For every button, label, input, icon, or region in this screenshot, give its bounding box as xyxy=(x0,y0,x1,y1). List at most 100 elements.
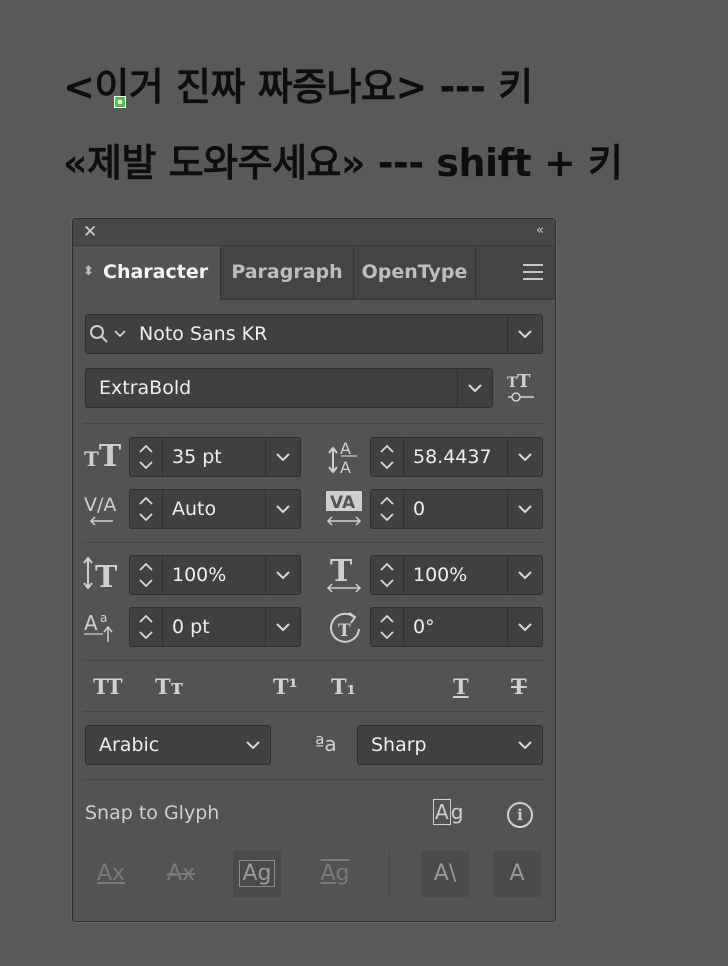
character-panel: ✕ « ⬍ Character Paragraph OpenType Noto … xyxy=(72,218,556,922)
rotation-field[interactable]: 0° xyxy=(370,607,543,647)
all-caps-button[interactable]: TT xyxy=(93,674,122,699)
snap-anchor-point-button[interactable]: A xyxy=(493,851,541,897)
horizontal-scale-dropdown[interactable] xyxy=(507,556,542,594)
vertical-scale-dropdown[interactable] xyxy=(265,556,300,594)
rotation-dropdown[interactable] xyxy=(507,608,542,646)
font-size-field[interactable]: 35 pt xyxy=(129,437,301,477)
snap-baseline-button[interactable]: Ax xyxy=(87,851,135,897)
baseline-shift-stepper[interactable] xyxy=(130,608,163,646)
chevron-up-icon[interactable] xyxy=(138,496,154,506)
antialiasing-select[interactable]: Sharp xyxy=(357,725,543,765)
font-style-field[interactable]: ExtraBold xyxy=(85,368,493,408)
snap-angular-guides-button[interactable]: A\ xyxy=(421,851,469,897)
chevron-down-icon xyxy=(517,741,532,750)
antialiasing-dropdown[interactable] xyxy=(507,726,542,764)
chevron-up-icon[interactable] xyxy=(138,444,154,454)
kerning-field[interactable]: Auto xyxy=(129,489,301,529)
font-size-stepper[interactable] xyxy=(130,438,163,476)
info-icon[interactable]: i xyxy=(507,802,533,828)
panel-menu-icon[interactable] xyxy=(523,264,543,285)
chevron-up-icon[interactable] xyxy=(379,562,395,572)
leading-dropdown[interactable] xyxy=(507,438,542,476)
svg-text:T: T xyxy=(338,621,351,641)
snap-proximity-button[interactable]: Ag xyxy=(311,851,359,897)
chevron-down-icon[interactable] xyxy=(379,460,395,470)
tab-paragraph[interactable]: Paragraph xyxy=(221,246,354,300)
leading-stepper[interactable] xyxy=(371,438,404,476)
divider xyxy=(83,660,545,661)
font-size-dropdown[interactable] xyxy=(265,438,300,476)
snap-to-glyph-label: Snap to Glyph xyxy=(85,802,220,824)
snap-glyph-bounds-button[interactable]: Ag xyxy=(233,851,281,897)
superscript-button[interactable]: T¹ xyxy=(273,674,298,699)
expand-collapse-icon[interactable]: ⬍ xyxy=(83,246,94,298)
svg-text:a: a xyxy=(100,611,107,625)
leading-value: 58.4437 xyxy=(413,446,492,468)
chevron-down-icon xyxy=(518,330,532,339)
leading-icon: A A xyxy=(328,439,357,477)
svg-text:T: T xyxy=(517,372,531,392)
language-dropdown[interactable] xyxy=(235,726,270,764)
snap-x-height-button[interactable]: Ax xyxy=(157,851,205,897)
divider xyxy=(83,779,545,780)
kerning-stepper[interactable] xyxy=(130,490,163,528)
chevron-up-icon[interactable] xyxy=(379,496,395,506)
tracking-field[interactable]: 0 xyxy=(370,489,543,529)
panel-titlebar: ✕ « xyxy=(73,219,555,246)
chevron-down-icon[interactable] xyxy=(138,460,154,470)
leading-field[interactable]: 58.4437 xyxy=(370,437,543,477)
font-style-dropdown[interactable] xyxy=(457,369,492,407)
chevron-down-icon[interactable] xyxy=(138,630,154,640)
chevron-down-icon[interactable] xyxy=(114,330,126,338)
kerning-dropdown[interactable] xyxy=(265,490,300,528)
baseline-shift-field[interactable]: 0 pt xyxy=(129,607,301,647)
divider xyxy=(83,711,545,712)
chevron-up-icon[interactable] xyxy=(138,562,154,572)
chevron-down-icon[interactable] xyxy=(138,578,154,588)
chevron-down-icon xyxy=(518,623,532,632)
strikethrough-button[interactable]: T xyxy=(511,674,527,699)
baseline-shift-value: 0 pt xyxy=(172,616,210,638)
chevron-up-icon[interactable] xyxy=(379,614,395,624)
tracking-value: 0 xyxy=(413,498,426,520)
tracking-dropdown[interactable] xyxy=(507,490,542,528)
horizontal-scale-stepper[interactable] xyxy=(371,556,404,594)
vertical-scale-stepper[interactable] xyxy=(130,556,163,594)
chevron-up-icon[interactable] xyxy=(138,614,154,624)
small-caps-button[interactable]: Tт xyxy=(155,674,184,699)
tab-opentype[interactable]: OpenType xyxy=(354,246,476,300)
chevron-down-icon[interactable] xyxy=(379,512,395,522)
svg-text:T: T xyxy=(330,554,353,589)
tracking-stepper[interactable] xyxy=(371,490,404,528)
rotation-stepper[interactable] xyxy=(371,608,404,646)
svg-text:A: A xyxy=(340,439,351,458)
font-size-slider-icon[interactable]: T T xyxy=(506,372,536,404)
chevron-down-icon xyxy=(245,741,260,750)
font-family-dropdown[interactable] xyxy=(507,315,542,353)
text-cursor-handle[interactable] xyxy=(114,96,126,108)
underline-button[interactable]: T xyxy=(453,674,469,699)
search-icon[interactable] xyxy=(88,323,114,345)
collapse-panel-icon[interactable]: « xyxy=(536,223,544,238)
horizontal-scale-field[interactable]: 100% xyxy=(370,555,543,595)
svg-text:A: A xyxy=(84,611,98,635)
font-family-field[interactable]: Noto Sans KR xyxy=(85,314,543,354)
divider xyxy=(83,542,545,543)
chevron-down-icon xyxy=(276,623,290,632)
chevron-down-icon[interactable] xyxy=(138,512,154,522)
kerning-icon: V/A xyxy=(84,494,116,526)
svg-text:V/A: V/A xyxy=(84,494,116,516)
character-rotation-icon: T xyxy=(330,612,360,643)
vertical-scale-field[interactable]: 100% xyxy=(129,555,301,595)
font-size-icon: TT xyxy=(84,439,122,474)
glyph-guides-icon[interactable]: Ag xyxy=(433,799,463,825)
close-icon[interactable]: ✕ xyxy=(83,222,97,242)
chevron-down-icon[interactable] xyxy=(379,630,395,640)
subscript-button[interactable]: T₁ xyxy=(331,674,356,699)
language-select[interactable]: Arabic xyxy=(85,725,271,765)
chevron-up-icon[interactable] xyxy=(379,444,395,454)
chevron-down-icon[interactable] xyxy=(379,578,395,588)
tab-character[interactable]: ⬍ Character xyxy=(73,246,221,301)
baseline-shift-dropdown[interactable] xyxy=(265,608,300,646)
font-size-value: 35 pt xyxy=(172,446,222,468)
